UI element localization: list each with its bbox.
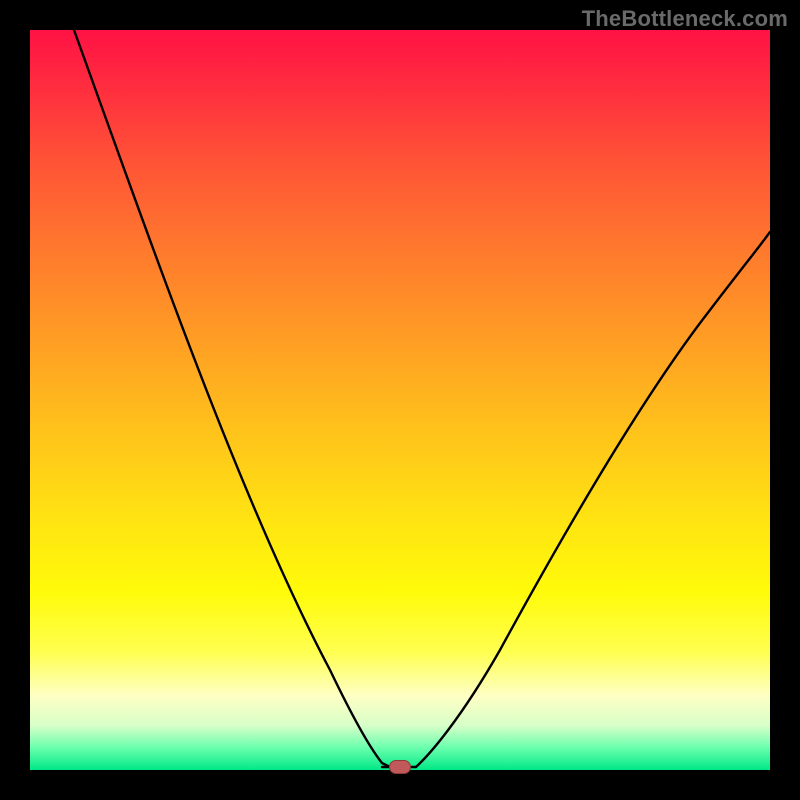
optimal-marker <box>389 760 411 774</box>
watermark-text: TheBottleneck.com <box>582 6 788 32</box>
plot-area <box>30 30 770 770</box>
chart-frame: TheBottleneck.com <box>0 0 800 800</box>
bottleneck-curve <box>30 30 770 770</box>
curve-left-branch <box>74 30 390 767</box>
curve-right-branch <box>416 232 770 767</box>
